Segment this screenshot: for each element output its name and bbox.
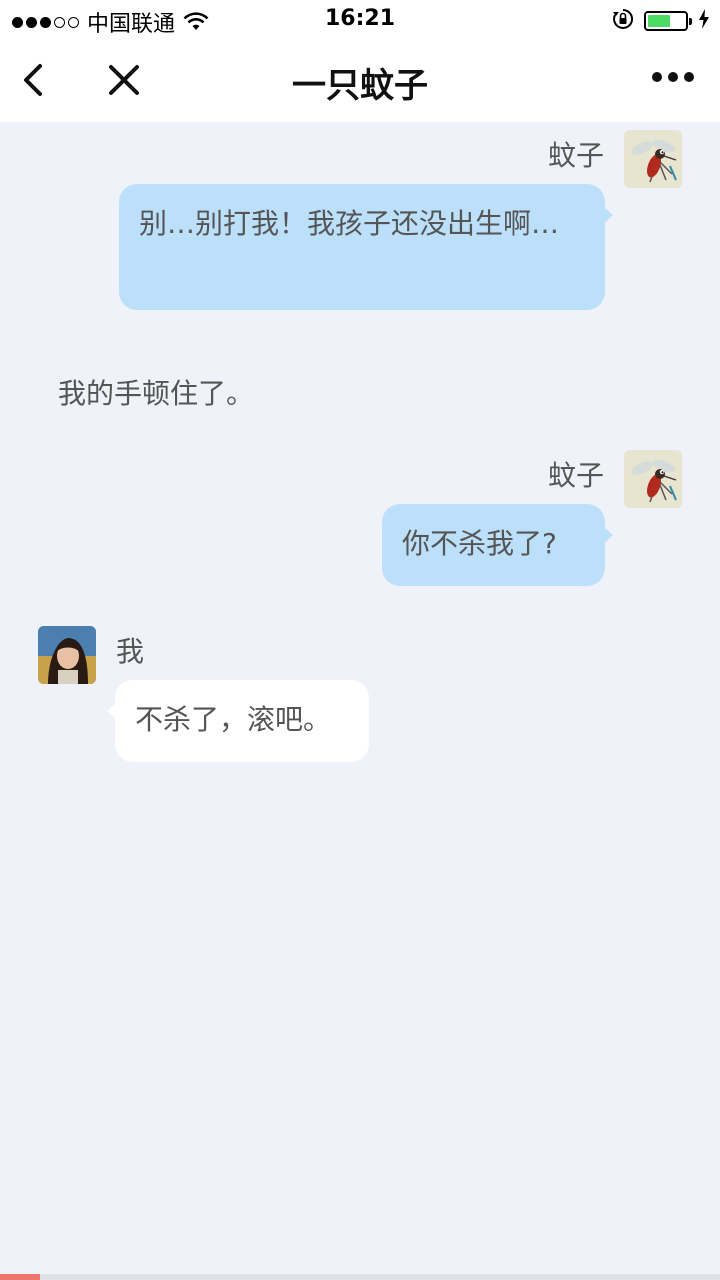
reading-progress — [0, 1274, 720, 1280]
reading-progress-fill — [0, 1274, 40, 1280]
orientation-lock-icon — [612, 8, 634, 34]
back-button[interactable] — [16, 60, 56, 100]
more-dots-icon — [652, 72, 662, 82]
mosquito-icon — [624, 450, 682, 508]
message-bubble[interactable]: 别…别打我！我孩子还没出生啊… — [119, 184, 613, 310]
mosquito-avatar[interactable] — [624, 450, 682, 508]
user-avatar[interactable] — [38, 626, 96, 684]
charging-icon — [698, 8, 710, 34]
narration-text: 我的手顿住了。 — [58, 377, 255, 410]
message-item: 我 不杀了，滚吧。 — [0, 618, 720, 778]
status-right — [612, 8, 710, 34]
mosquito-avatar[interactable] — [624, 130, 682, 188]
sender-name: 我 — [116, 635, 145, 668]
page-title: 一只蚊子 — [292, 66, 428, 106]
close-button[interactable] — [104, 60, 144, 100]
message-item: 蚊子 别…别打我！我孩子还没出生啊… — [0, 122, 720, 322]
message-bubble[interactable]: 不杀了，滚吧。 — [107, 680, 369, 762]
nav-bar: 一只蚊子 — [0, 40, 720, 122]
status-bar: 中国联通 16:21 — [0, 0, 720, 40]
chevron-left-icon — [24, 64, 42, 96]
close-icon — [109, 65, 139, 95]
battery-icon — [644, 11, 692, 31]
more-button[interactable] — [652, 72, 694, 82]
mosquito-icon — [624, 130, 682, 188]
battery-level — [648, 15, 670, 27]
chat-area[interactable]: 蚊子 别…别打我！我孩子还没出生啊… 我的手顿住了。 蚊子 你不杀我了? 我 不… — [0, 122, 720, 1272]
message-bubble[interactable]: 你不杀我了? — [382, 504, 613, 586]
message-item: 蚊子 你不杀我了? — [0, 442, 720, 592]
user-photo-icon — [38, 626, 96, 684]
sender-name: 蚊子 — [547, 139, 604, 172]
sender-name: 蚊子 — [547, 459, 604, 492]
